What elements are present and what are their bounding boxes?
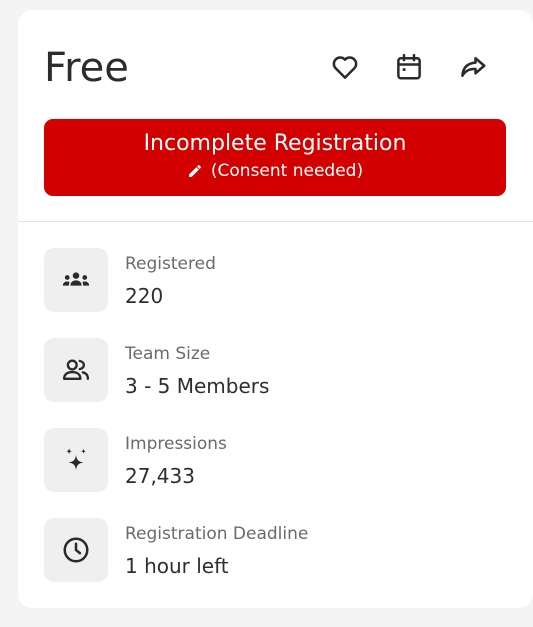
action-icons	[328, 50, 490, 84]
add-to-calendar-button[interactable]	[392, 50, 426, 84]
sparkle-icon	[66, 448, 86, 470]
stat-value: 220	[125, 284, 164, 308]
stat-label: Team Size	[125, 344, 211, 364]
favorite-button[interactable]	[328, 50, 362, 84]
share-icon	[461, 57, 486, 77]
stat-value: 3 - 5 Members	[125, 374, 270, 398]
stat-icon-box	[44, 338, 108, 402]
stat-value: 1 hour left	[125, 554, 229, 578]
stat-label: Registered	[125, 254, 216, 274]
stat-value: 27,433	[125, 464, 195, 488]
team-icon	[62, 359, 90, 380]
pencil-icon	[188, 165, 201, 177]
stat-label: Registration Deadline	[125, 524, 309, 544]
registration-subtitle: (Consent needed)	[210, 161, 364, 181]
price-label: Free	[44, 45, 129, 91]
stat-icon-box	[44, 428, 108, 492]
heart-icon	[332, 56, 358, 79]
registration-title: Incomplete Registration	[143, 131, 407, 156]
calendar-icon	[397, 53, 421, 80]
stat-icon-box	[44, 518, 108, 582]
clock-icon	[63, 537, 89, 563]
card-header: Free Incomplete Registration (Consent ne…	[18, 10, 533, 222]
people-group-icon	[62, 272, 90, 286]
registration-subtitle-row: (Consent needed)	[44, 161, 506, 181]
stat-icon-box	[44, 248, 108, 312]
share-button[interactable]	[456, 50, 490, 84]
event-details-card: Free Incomplete Registration (Consent ne…	[18, 10, 533, 608]
incomplete-registration-button[interactable]: Incomplete Registration (Consent needed)	[44, 119, 506, 196]
stat-label: Impressions	[125, 434, 227, 454]
